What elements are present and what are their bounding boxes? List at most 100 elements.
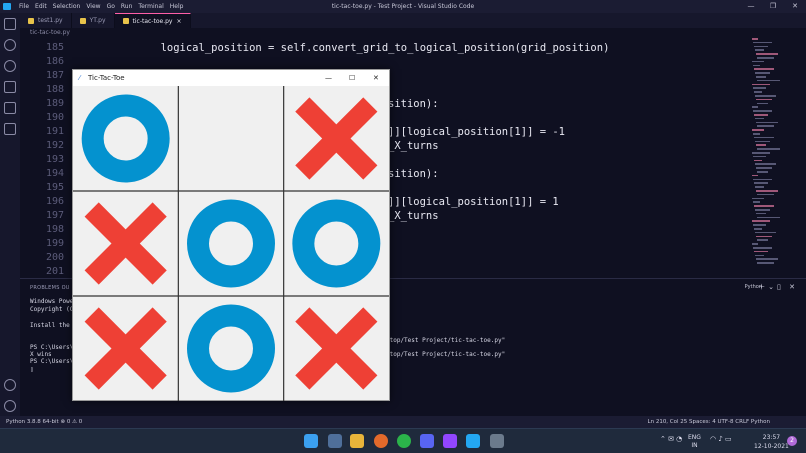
minimap-stroke: [753, 247, 772, 249]
line-number: 195: [45, 182, 64, 193]
minimap-stroke: [755, 163, 776, 165]
ttt-close-icon[interactable]: ✕: [373, 70, 379, 86]
terminal-line: Copyright (C): [30, 306, 77, 313]
tab-close-icon[interactable]: ×: [176, 14, 181, 29]
extensions-icon[interactable]: [4, 102, 16, 114]
minimap-stroke: [757, 79, 780, 82]
discord-icon[interactable]: [420, 434, 434, 448]
ttt-title-bar[interactable]: ⁄ Tic-Tac-Toe — ☐ ✕: [73, 70, 389, 86]
line-number: 190: [45, 112, 64, 123]
minimap-stroke: [754, 159, 762, 162]
code-line[interactable]: ]][logical_position[1]] = -1: [388, 126, 565, 138]
window-title: tic-tac-toe.py - Test Project - Visual S…: [331, 3, 475, 10]
file-explorer-icon[interactable]: [350, 434, 364, 448]
minimap-stroke: [754, 250, 768, 253]
system-tray-icons[interactable]: ⌃ ✉ ◔: [660, 435, 682, 443]
source-control-icon[interactable]: [4, 60, 16, 72]
close-icon[interactable]: ✕: [784, 0, 806, 13]
line-number: 191: [45, 126, 64, 137]
minimap[interactable]: [752, 38, 780, 268]
minimap-stroke: [756, 258, 778, 260]
line-number: 198: [45, 224, 64, 235]
language-indicator[interactable]: ENG IN: [688, 434, 701, 450]
ttt-minimize-icon[interactable]: —: [325, 70, 332, 86]
line-number: 196: [45, 196, 64, 207]
code-line[interactable]: sition):: [388, 168, 439, 180]
code-line[interactable]: _X_turns: [388, 210, 439, 222]
line-number: 194: [45, 168, 64, 179]
title-bar: File Edit Selection View Go Run Terminal Help t…: [0, 0, 806, 13]
code-line[interactable]: _X_turns: [388, 140, 439, 152]
minimize-icon[interactable]: —: [740, 0, 762, 13]
minimap-stroke: [755, 95, 776, 97]
tab-yt[interactable]: YT.py: [72, 13, 115, 28]
python-file-icon: [28, 17, 34, 24]
ttt-title: Tic-Tac-Toe: [88, 74, 125, 82]
whatsapp-icon[interactable]: [397, 434, 411, 448]
account-icon[interactable]: [4, 379, 16, 391]
code-line[interactable]: sition):: [388, 98, 439, 110]
minimap-stroke: [752, 174, 758, 177]
taskbar: ⌃ ✉ ◔ ENG IN ◠ ♪ ▭ 23:57 12-10-2021 2: [0, 428, 806, 453]
start-icon[interactable]: [304, 434, 318, 448]
firefox-icon[interactable]: [374, 434, 388, 448]
search-icon[interactable]: [4, 39, 16, 51]
minimap-stroke: [753, 224, 766, 226]
minimap-stroke: [755, 117, 764, 120]
twitch-icon[interactable]: [443, 434, 457, 448]
ttt-maximize-icon[interactable]: ☐: [349, 70, 355, 86]
code-line[interactable]: logical_position = self.convert_grid_to_…: [110, 42, 610, 54]
minimap-stroke: [752, 129, 764, 131]
minimap-stroke: [755, 140, 770, 143]
tab-test1[interactable]: test1.py: [20, 13, 72, 28]
minimap-stroke: [753, 155, 766, 158]
line-number: 199: [45, 238, 64, 249]
minimap-stroke: [757, 102, 768, 105]
panel-tabs[interactable]: PROBLEMS OU: [30, 285, 70, 291]
code-line[interactable]: ]][logical_position[1]] = 1: [388, 196, 559, 208]
clock[interactable]: 23:57 12-10-2021: [754, 433, 789, 451]
status-left[interactable]: Python 3.8.8 64-bit ⊗ 0 ⚠ 0: [6, 416, 82, 428]
status-right[interactable]: Ln 210, Col 25 Spaces: 4 UTF-8 CRLF Pyth…: [648, 416, 770, 428]
minimap-stroke: [752, 38, 758, 40]
o-mark: [187, 304, 275, 393]
line-number: 201: [45, 266, 64, 277]
minimap-stroke: [756, 212, 766, 215]
panel-actions[interactable]: ＋⌄▯ ✕: [758, 282, 798, 292]
line-number: 188: [45, 84, 64, 95]
minimap-stroke: [755, 49, 764, 51]
minimap-stroke: [753, 133, 760, 135]
minimap-stroke: [753, 64, 760, 67]
minimap-stroke: [754, 68, 774, 70]
minimap-stroke: [753, 87, 766, 89]
minimap-stroke: [756, 167, 772, 169]
vscode-taskbar-icon[interactable]: [466, 434, 480, 448]
terminal-line: ktop/Test Project/tic-tac-toe.py": [386, 337, 506, 344]
minimap-stroke: [753, 41, 772, 44]
python-file-icon: [79, 17, 86, 24]
wifi-volume-battery-icons[interactable]: ◠ ♪ ▭: [710, 435, 732, 443]
minimap-stroke: [756, 190, 778, 192]
testing-icon[interactable]: [4, 123, 16, 135]
game-board[interactable]: [73, 86, 389, 401]
python-taskbar-icon[interactable]: [490, 434, 504, 448]
tab-label: test1.py: [38, 17, 63, 24]
breadcrumb[interactable]: tic-tac-toe.py: [30, 29, 70, 36]
minimap-stroke: [757, 148, 780, 150]
task-view-icon[interactable]: [328, 434, 342, 448]
terminal-line: ▯: [30, 366, 34, 373]
run-debug-icon[interactable]: [4, 81, 16, 93]
tab-tic-tac-toe[interactable]: tic-tac-toe.py ×: [114, 13, 191, 29]
minimap-stroke: [753, 110, 772, 112]
region-label: IN: [691, 442, 698, 449]
o-mark: [187, 199, 275, 288]
settings-gear-icon[interactable]: [4, 400, 16, 412]
maximize-icon[interactable]: ❐: [762, 0, 784, 13]
board-canvas[interactable]: [73, 86, 389, 401]
explorer-icon[interactable]: [4, 18, 16, 30]
tab-label: YT.py: [89, 17, 106, 24]
terminal-line: Windows Powe: [30, 298, 74, 305]
terminal-line: PS C:\Users\: [30, 344, 74, 351]
notification-badge[interactable]: 2: [787, 436, 797, 446]
minimap-stroke: [755, 72, 770, 74]
